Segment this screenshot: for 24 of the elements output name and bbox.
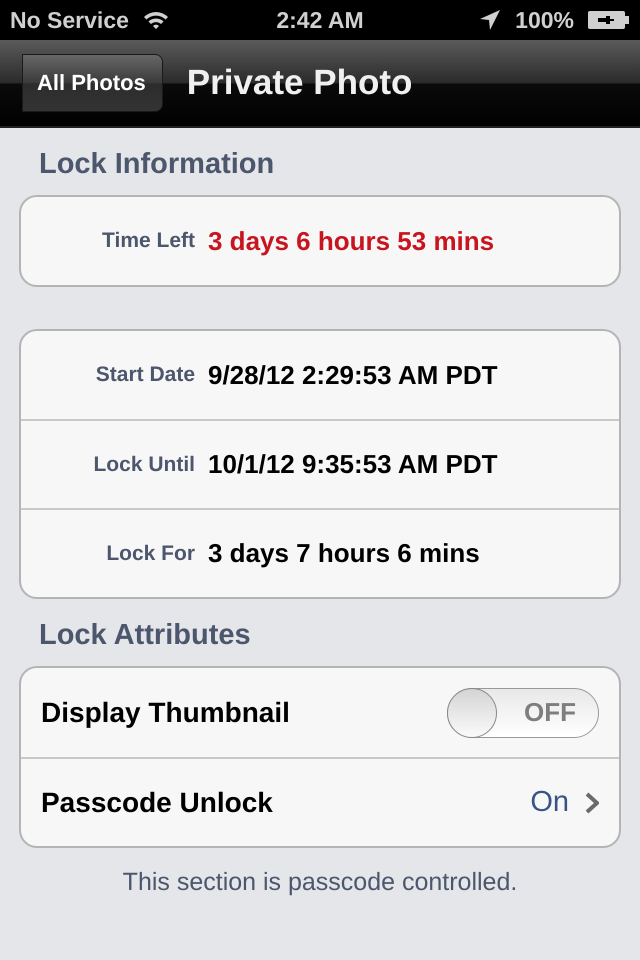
battery-percent: 100% — [515, 6, 574, 34]
row-value: 10/1/12 9:35:53 AM PDT — [208, 449, 498, 480]
back-button[interactable]: All Photos — [22, 54, 163, 112]
section-header: Lock Attributes — [38, 618, 252, 653]
carrier-name: No Service — [10, 6, 129, 34]
row-label: Time Left — [101, 229, 195, 253]
setting-label: Passcode Unlock — [41, 786, 274, 818]
nav-title: Private Photo — [186, 63, 412, 103]
clock-time: 2:42 AM — [276, 6, 364, 34]
chevron-icon — [585, 792, 599, 814]
setting-label: Display Thumbnail — [41, 696, 291, 728]
section-footer: This section is passcode controlled. — [19, 848, 621, 897]
section-header: Lock Information — [38, 147, 276, 182]
row-value: 9/28/12 2:29:53 AM PDT — [208, 360, 498, 390]
row-label: Start Date — [94, 363, 195, 387]
toggle-switch[interactable]: OFF — [447, 688, 599, 738]
row-label: Lock For — [105, 542, 195, 566]
location-arrow-icon — [479, 9, 502, 31]
row-label: Lock Until — [92, 452, 195, 476]
setting-value: On — [530, 786, 569, 819]
row-value: 3 days 7 hours 6 mins — [208, 538, 480, 569]
row-value: 3 days 6 hours 53 mins — [208, 226, 494, 256]
wifi-icon — [142, 10, 169, 30]
battery-icon — [588, 10, 630, 30]
